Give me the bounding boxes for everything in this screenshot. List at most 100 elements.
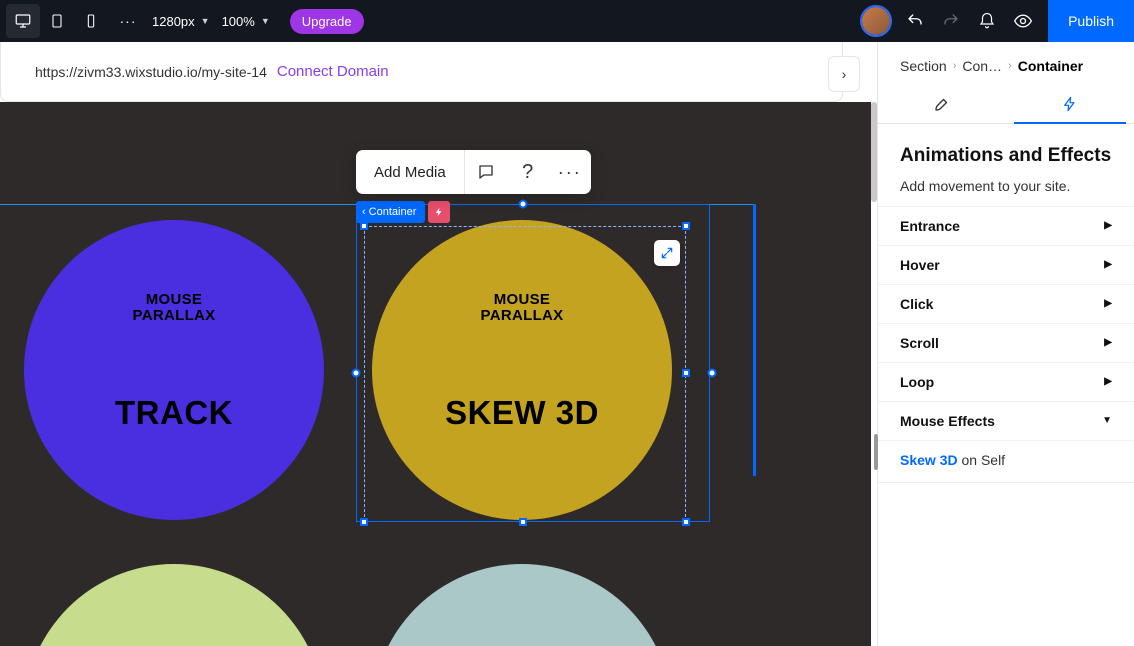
- accordion-mouse-effects[interactable]: Mouse Effects ▼: [878, 402, 1134, 441]
- zoom-value: 100%: [222, 14, 255, 29]
- effect-target: on Self: [958, 452, 1005, 468]
- ellipsis-icon: ···: [558, 162, 582, 183]
- chevron-right-icon: ▶: [1104, 376, 1112, 387]
- redo-button[interactable]: [940, 10, 962, 32]
- accordion-label: Hover: [900, 257, 940, 273]
- breadcrumb: Section › Con… › Container: [878, 42, 1134, 84]
- resize-handle[interactable]: [360, 518, 368, 526]
- chevron-right-icon: ▶: [1104, 337, 1112, 348]
- panel-header: Animations and Effects Add movement to y…: [878, 124, 1134, 207]
- design-surface[interactable]: MOUSEPARALLAX TRACK MOUSEPARALLAX SKEW 3…: [0, 102, 871, 646]
- circle-sub-label: MOUSEPARALLAX: [133, 292, 216, 324]
- accordion-label: Entrance: [900, 218, 960, 234]
- accordion-label: Click: [900, 296, 933, 312]
- viewport-value: 1280px: [152, 14, 195, 29]
- mobile-device-button[interactable]: [74, 4, 108, 38]
- chevron-right-icon: ▶: [1104, 259, 1112, 270]
- brush-icon: [933, 95, 951, 113]
- lightning-icon: [1062, 96, 1078, 112]
- breadcrumb-container-parent[interactable]: Con…: [962, 58, 1002, 74]
- mobile-icon: [83, 13, 99, 29]
- help-button[interactable]: ?: [507, 150, 549, 194]
- site-url: https://zivm33.wixstudio.io/my-site-14: [35, 64, 267, 80]
- chevron-right-icon: ▶: [1104, 220, 1112, 231]
- desktop-icon: [14, 12, 32, 30]
- selection-label-row: ‹ Container: [356, 201, 450, 223]
- circle-bottom-right[interactable]: [372, 564, 672, 646]
- chevron-left-icon: ‹: [362, 206, 366, 218]
- selection-effect-badge[interactable]: [428, 201, 450, 223]
- url-bar: https://zivm33.wixstudio.io/my-site-14 C…: [0, 42, 843, 102]
- tablet-device-button[interactable]: [40, 4, 74, 38]
- selection-label-text: Container: [369, 206, 417, 218]
- collapse-urlbar-button[interactable]: ›: [828, 56, 860, 92]
- tablet-icon: [49, 13, 65, 29]
- accordion-click[interactable]: Click ▶: [878, 285, 1134, 324]
- resize-handle[interactable]: [682, 369, 690, 377]
- connect-domain-link[interactable]: Connect Domain: [277, 63, 389, 80]
- circle-bottom-left[interactable]: [24, 564, 324, 646]
- redo-icon: [942, 12, 960, 30]
- section-bracket: [753, 204, 756, 476]
- accordion-entrance[interactable]: Entrance ▶: [878, 207, 1134, 246]
- user-avatar[interactable]: [862, 7, 890, 35]
- accordion-scroll[interactable]: Scroll ▶: [878, 324, 1134, 363]
- undo-icon: [906, 12, 924, 30]
- effects-accordion: Entrance ▶ Hover ▶ Click ▶ Scroll ▶ Loop…: [878, 207, 1134, 483]
- bell-icon: [978, 12, 996, 30]
- publish-button[interactable]: Publish: [1048, 0, 1134, 42]
- mouse-effect-row[interactable]: Skew 3D on Self: [878, 441, 1134, 482]
- accordion-label: Mouse Effects: [900, 413, 995, 429]
- panel-title: Animations and Effects: [900, 144, 1112, 168]
- chevron-down-icon: ▼: [261, 16, 270, 26]
- canvas[interactable]: https://zivm33.wixstudio.io/my-site-14 C…: [0, 42, 877, 646]
- chevron-right-icon: ›: [1008, 60, 1012, 72]
- chevron-down-icon: ▼: [1102, 415, 1112, 426]
- more-devices-button[interactable]: ···: [114, 13, 142, 29]
- upgrade-button[interactable]: Upgrade: [290, 9, 364, 34]
- more-actions-button[interactable]: ···: [549, 150, 591, 194]
- question-icon: ?: [522, 161, 533, 184]
- accordion-label: Scroll: [900, 335, 939, 351]
- panel-resize-handle[interactable]: [874, 434, 878, 470]
- notifications-button[interactable]: [976, 10, 998, 32]
- breadcrumb-section[interactable]: Section: [900, 58, 947, 74]
- chevron-down-icon: ▼: [201, 16, 210, 26]
- accordion-hover[interactable]: Hover ▶: [878, 246, 1134, 285]
- resize-handle[interactable]: [519, 200, 528, 209]
- element-toolbar: Add Media ? ···: [356, 150, 591, 194]
- preview-button[interactable]: [1012, 10, 1034, 32]
- topbar-right: Publish: [862, 0, 1134, 42]
- chevron-right-icon: ›: [842, 66, 847, 82]
- lightning-icon: [434, 207, 444, 217]
- resize-handle[interactable]: [519, 518, 527, 526]
- inspector-panel: Section › Con… › Container Animations an…: [877, 42, 1134, 646]
- resize-handle[interactable]: [708, 369, 717, 378]
- eye-icon: [1013, 11, 1033, 31]
- resize-handle[interactable]: [360, 222, 368, 230]
- tab-design[interactable]: [878, 84, 1006, 123]
- comment-button[interactable]: [465, 150, 507, 194]
- panel-description: Add movement to your site.: [900, 178, 1112, 194]
- circle-main-label: TRACK: [115, 394, 233, 432]
- resize-handle[interactable]: [352, 369, 361, 378]
- desktop-device-button[interactable]: [6, 4, 40, 38]
- panel-tabs: [878, 84, 1134, 124]
- resize-handle[interactable]: [682, 518, 690, 526]
- expand-button[interactable]: [654, 240, 680, 266]
- circle-track[interactable]: MOUSEPARALLAX TRACK: [24, 220, 324, 520]
- add-media-button[interactable]: Add Media: [356, 164, 464, 181]
- zoom-select[interactable]: 100% ▼: [222, 14, 270, 29]
- undo-button[interactable]: [904, 10, 926, 32]
- viewport-select[interactable]: 1280px ▼: [152, 14, 210, 29]
- selection-label[interactable]: ‹ Container: [356, 201, 425, 223]
- effect-name[interactable]: Skew 3D: [900, 452, 958, 468]
- breadcrumb-container[interactable]: Container: [1018, 58, 1083, 74]
- accordion-label: Loop: [900, 374, 934, 390]
- resize-handle[interactable]: [682, 222, 690, 230]
- top-bar: ··· 1280px ▼ 100% ▼ Upgrade Publish: [0, 0, 1134, 42]
- chevron-right-icon: ▶: [1104, 298, 1112, 309]
- device-switcher: [0, 4, 114, 38]
- accordion-loop[interactable]: Loop ▶: [878, 363, 1134, 402]
- tab-interactions[interactable]: [1006, 84, 1134, 123]
